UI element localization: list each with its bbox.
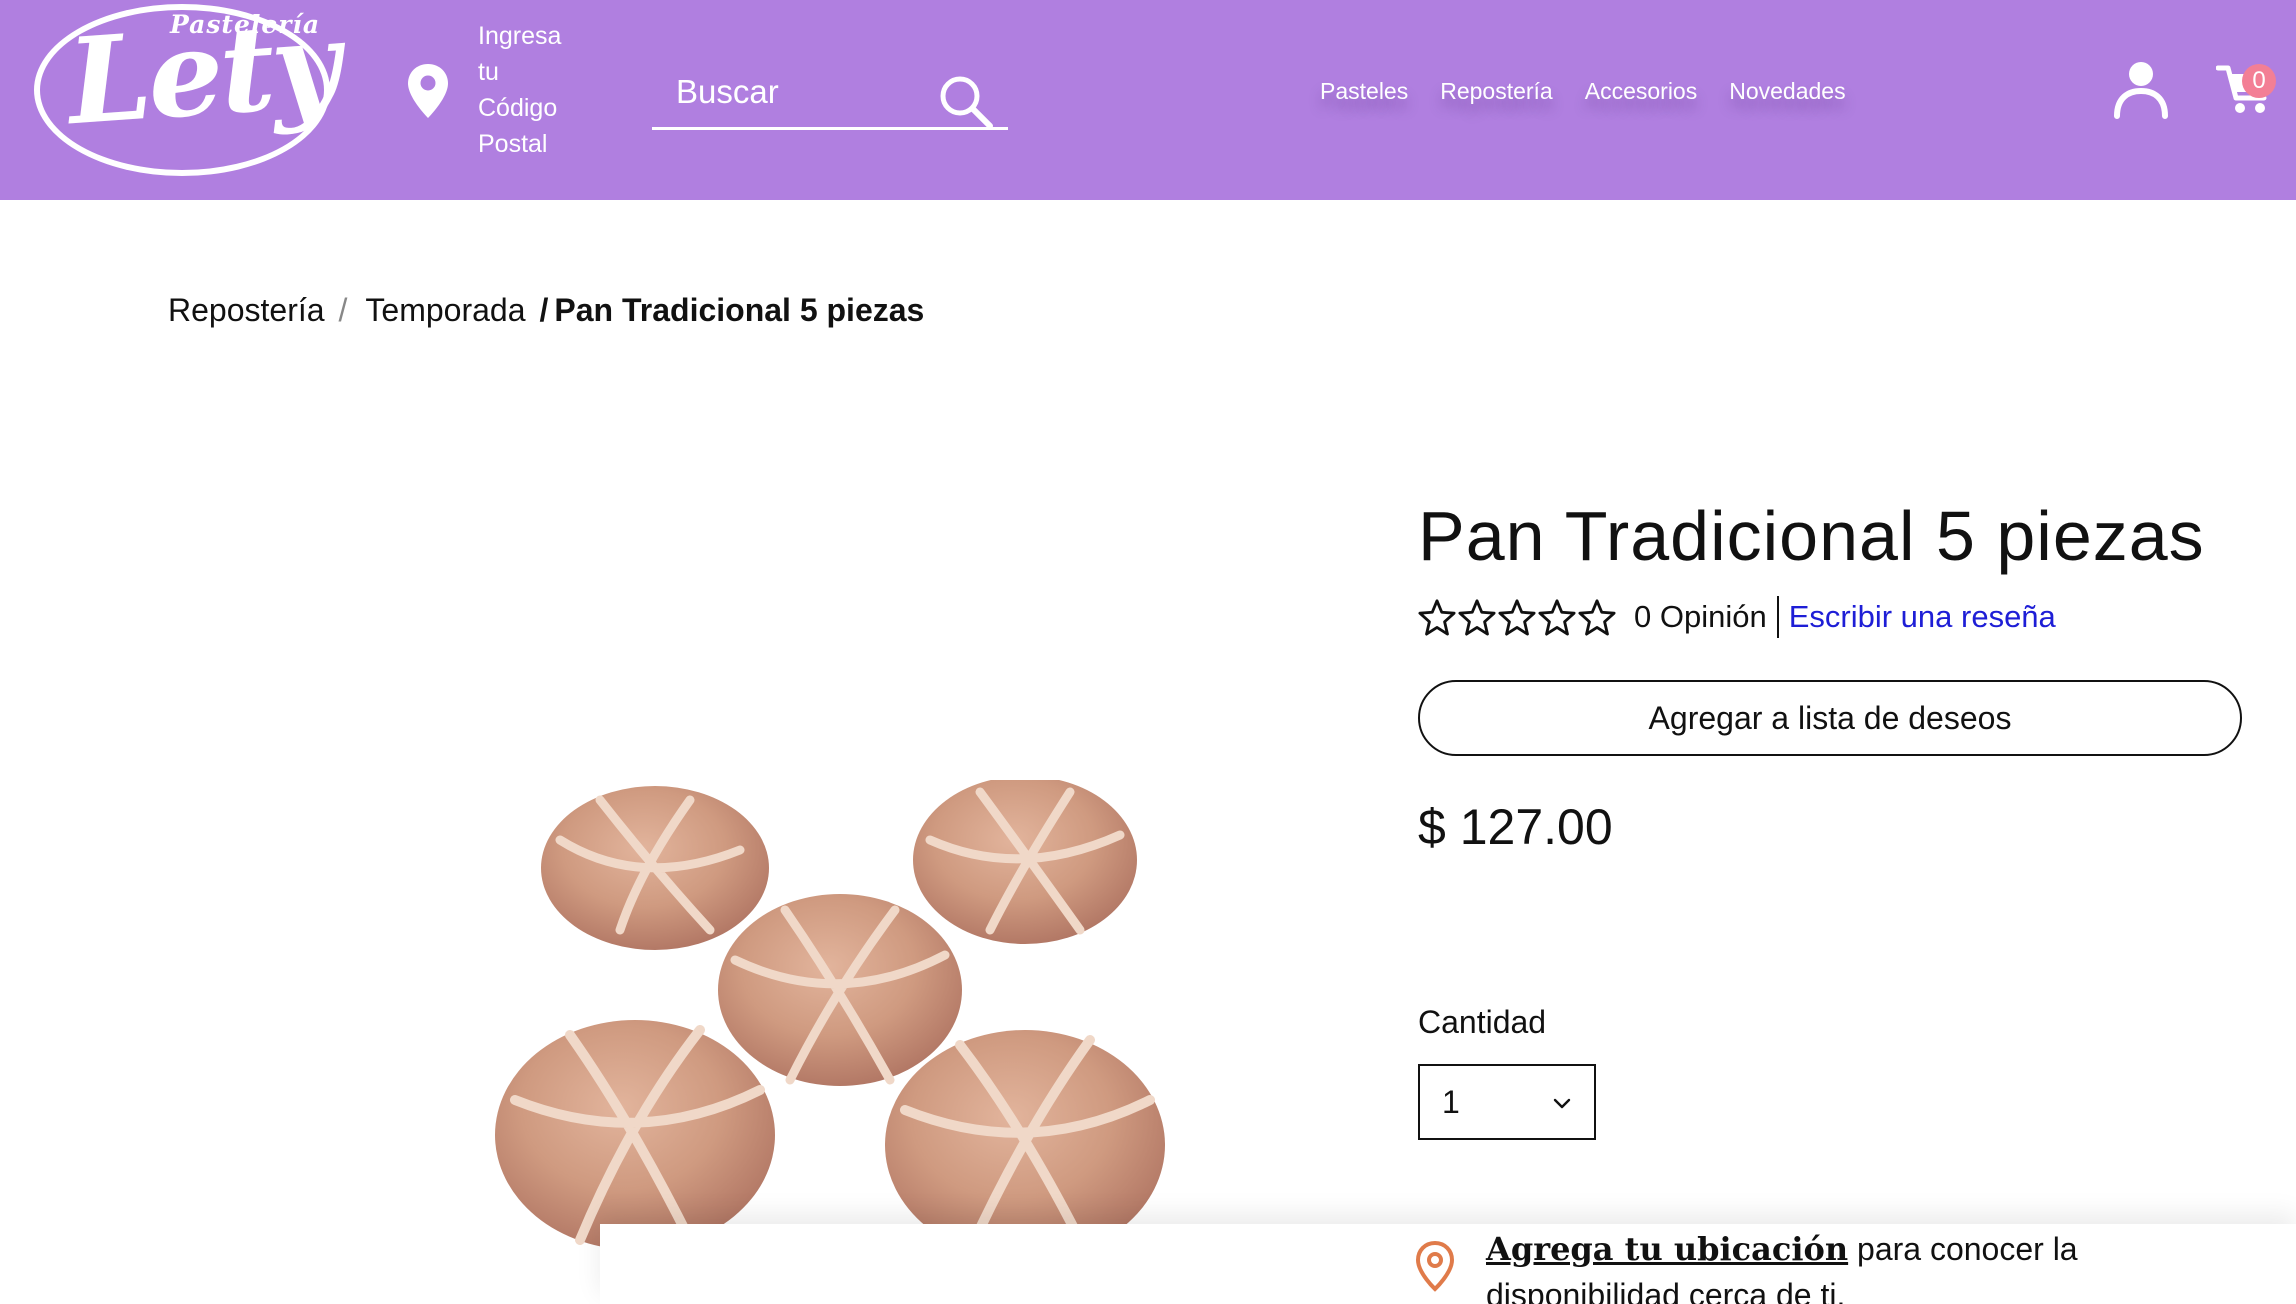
rating-row: 0 Opinión Escribir una reseña	[1418, 596, 2056, 638]
breadcrumb: Repostería / Temporada / Pan Tradicional 5 p…	[168, 292, 924, 329]
rating-divider	[1776, 596, 1779, 638]
location-pin-icon	[1415, 1240, 1455, 1292]
search-icon[interactable]	[936, 72, 996, 132]
product-price: $ 127.00	[1418, 799, 1613, 855]
breadcrumb-item-reposteria[interactable]: Repostería	[168, 292, 325, 328]
star-icon	[1578, 599, 1616, 636]
star-icon	[1458, 599, 1496, 636]
quantity-value: 1	[1442, 1084, 1460, 1120]
site-logo[interactable]: Pastelería Lety	[28, 0, 342, 182]
quantity-label: Cantidad	[1418, 1004, 1547, 1040]
product-title: Pan Tradicional 5 piezas	[1418, 497, 2205, 575]
nav-item-reposteria[interactable]: Repostería	[1440, 78, 1553, 105]
map-pin-icon[interactable]	[406, 62, 450, 120]
star-icon	[1418, 599, 1456, 636]
location-message: Agrega tu ubicación para conocer la disp…	[1486, 1226, 2106, 1304]
cart-count-badge: 0	[2242, 64, 2276, 98]
star-icon	[1498, 599, 1536, 636]
review-count: 0 Opinión	[1634, 599, 1767, 634]
bun-top-left	[541, 786, 769, 950]
logo-title: Lety	[63, 0, 342, 152]
search-input[interactable]	[676, 68, 926, 116]
breadcrumb-separator: /	[539, 292, 549, 328]
bun-center	[718, 894, 962, 1086]
quantity-select[interactable]: 1	[1418, 1064, 1596, 1140]
bun-top-right	[913, 780, 1137, 944]
add-to-wishlist-button[interactable]: Agregar a lista de deseos	[1418, 680, 2242, 756]
breadcrumb-current: Pan Tradicional 5 piezas	[554, 292, 925, 328]
main-nav: Pasteles Repostería Accesorios Novedades	[1320, 78, 1846, 105]
user-icon[interactable]	[2112, 58, 2170, 120]
postal-line: Postal	[478, 130, 548, 158]
search-bar	[652, 62, 1008, 130]
rating-stars[interactable]	[1418, 598, 1616, 636]
postal-code-prompt[interactable]: Ingresa tu Código Postal	[478, 18, 588, 162]
postal-line: Ingresa	[478, 22, 562, 50]
add-location-link[interactable]: Agrega tu ubicación	[1486, 1230, 1848, 1268]
nav-item-pasteles[interactable]: Pasteles	[1320, 78, 1408, 105]
postal-line: tu	[478, 58, 499, 86]
chevron-down-icon	[1553, 1098, 1571, 1109]
star-icon	[1538, 599, 1576, 636]
write-review-link[interactable]: Escribir una reseña	[1789, 599, 2056, 635]
bun-bottom-left	[495, 1020, 775, 1250]
breadcrumb-item-temporada[interactable]: Temporada	[365, 292, 525, 328]
site-header: Pastelería Lety Ingresa tu Código Postal…	[0, 0, 2296, 200]
nav-item-novedades[interactable]: Novedades	[1729, 78, 1845, 105]
nav-item-accesorios[interactable]: Accesorios	[1585, 78, 1697, 105]
postal-line: Código	[478, 94, 558, 122]
breadcrumb-separator: /	[338, 292, 348, 328]
